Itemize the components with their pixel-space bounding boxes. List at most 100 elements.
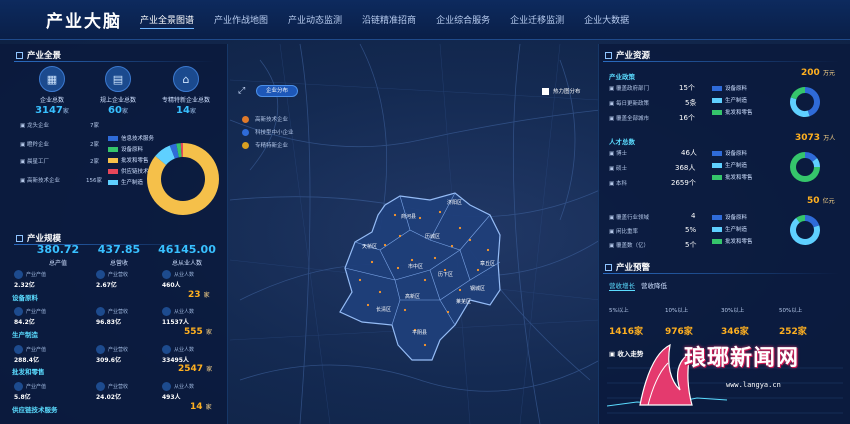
resources-title: 产业资源: [605, 49, 650, 61]
nav-item-big-data[interactable]: 企业大数据: [584, 11, 629, 29]
donut-slice[interactable]: [790, 97, 810, 117]
database-icon: [16, 234, 23, 242]
nav-item-battle-map[interactable]: 产业作战地图: [214, 11, 268, 29]
divider: [603, 61, 839, 62]
group-count: 555 家: [184, 327, 212, 337]
talent-donut-chart[interactable]: [789, 151, 821, 183]
section-icon: [16, 51, 23, 59]
kpi-large-enterprises[interactable]: ▤ 规上企业总数 60家: [88, 66, 148, 116]
user-icon: [162, 307, 171, 316]
watermark-text: 琅琊新闻网: [684, 346, 800, 371]
list-item: ▣ 覆盖行业领域: [609, 215, 649, 221]
legend-item[interactable]: 生产制造: [712, 96, 747, 104]
legend-item[interactable]: 信息技术服务: [108, 134, 154, 142]
policy-donut-chart[interactable]: [789, 86, 821, 118]
legend-item[interactable]: 批发和零售: [108, 156, 149, 164]
legend-dot-icon: [242, 141, 249, 149]
legend-dot-icon: [242, 128, 249, 136]
legend-item[interactable]: 设备原料: [712, 84, 747, 92]
region-label: 历城区: [425, 233, 440, 240]
nav-item-dynamic-monitor[interactable]: 产业动态监测: [288, 11, 342, 29]
nav-item-investment[interactable]: 沿链精准招商: [362, 11, 416, 29]
region-label: 高新区: [405, 293, 420, 300]
stat-output: 产业产值 5.8亿: [14, 382, 47, 401]
yen-icon: [14, 270, 23, 279]
nav-item-panorama[interactable]: 产业全景图谱: [140, 11, 195, 29]
total-employees-value: 46145.00: [158, 243, 216, 256]
list-item[interactable]: ▣ 瞪羚企业: [20, 140, 49, 148]
user-icon: [162, 382, 171, 391]
coin-icon: [96, 270, 105, 279]
chart-icon: [605, 51, 612, 59]
list-item[interactable]: ▣ 龙头企业: [20, 121, 49, 129]
legend-item[interactable]: 生产制造: [712, 161, 747, 169]
heatmap-checkbox[interactable]: [542, 87, 549, 95]
enterprise-distribution-button[interactable]: 企业分布: [256, 85, 298, 97]
legend-item[interactable]: 设备原料: [108, 145, 143, 153]
donut-slice[interactable]: [790, 87, 805, 100]
coin-icon: [96, 382, 105, 391]
overview-title: 产业全景: [16, 49, 61, 61]
yen-icon: [14, 307, 23, 316]
kpi-total-enterprises[interactable]: ▦ 企业总数 3147家: [22, 66, 82, 116]
group-count: 14 家: [190, 402, 212, 412]
list-value: 2家: [90, 159, 99, 165]
legend-item[interactable]: 生产制造: [712, 225, 747, 233]
fund-donut-chart[interactable]: [789, 214, 821, 246]
app-title: 产业大脑: [46, 12, 122, 32]
group-name[interactable]: 供应链技术服务: [12, 404, 58, 414]
group-name[interactable]: 生产制造: [12, 329, 38, 339]
region-label: 钢城区: [470, 285, 485, 292]
list-item: ▣ 博士: [609, 151, 627, 157]
left-panel: 产业全景 ▦ 企业总数 3147家 ▤ 规上企业总数 60家 ⌂ 专精特新企业总…: [0, 44, 228, 424]
donut-slice[interactable]: [805, 215, 820, 228]
yen-icon: [14, 345, 23, 354]
coin-icon: [96, 345, 105, 354]
tab-revenue-growth[interactable]: 营收增长: [609, 280, 635, 291]
region-label: 商河县: [401, 213, 416, 220]
resource-block-name[interactable]: 产业政策: [609, 71, 635, 81]
list-item: ▣ 每日更新政策: [609, 101, 649, 107]
list-item: ▣ 覆盖政府部门: [609, 86, 649, 92]
stat-employees: 从业人数 493人: [162, 382, 195, 401]
user-icon: [162, 345, 171, 354]
resource-block-name[interactable]: 人才总数: [609, 136, 635, 146]
home-icon: [605, 263, 612, 271]
region-label: 济阳区: [447, 199, 462, 206]
tab-revenue-decline[interactable]: 营收降低: [641, 280, 667, 290]
expand-icon[interactable]: ⤢: [238, 86, 245, 96]
list-item[interactable]: ▣ 晨星工厂: [20, 157, 49, 165]
list-item: ▣ 本科: [609, 181, 627, 187]
coin-icon: [96, 307, 105, 316]
region-label: 市中区: [408, 263, 423, 270]
total-output-value: 380.72: [36, 243, 80, 256]
map-legend-item[interactable]: 科技型中小企业: [242, 128, 294, 136]
legend-dot-icon: [242, 115, 249, 123]
main-nav: 产业全景图谱 产业作战地图 产业动态监测 沿链精准招商 企业综合服务 企业迁移监…: [140, 11, 649, 29]
stat-revenue: 产业营收 96.83亿: [96, 307, 129, 326]
legend-item[interactable]: 设备原料: [712, 213, 747, 221]
group-name[interactable]: 批发和零售: [12, 366, 45, 376]
legend-item[interactable]: 批发和零售: [712, 237, 753, 245]
legend-item[interactable]: 批发和零售: [712, 108, 753, 116]
dashboard: 济阳区 商河县 历城区 章丘区 天桥区 市中区 历下区 莱芜区 长清区 平阴县 …: [0, 0, 850, 424]
list-item[interactable]: ▣ 高新技术企业: [20, 176, 60, 184]
map-legend-item[interactable]: 专精特新企业: [242, 141, 288, 149]
nav-item-migration[interactable]: 企业迁移监测: [510, 11, 564, 29]
legend-item[interactable]: 批发和零售: [712, 173, 753, 181]
group-name[interactable]: 设备原料: [12, 292, 38, 302]
legend-item[interactable]: 生产制造: [108, 178, 143, 186]
kpi-specialized-enterprises[interactable]: ⌂ 专精特新企业总数 14家: [156, 66, 216, 116]
region-label: 平阴县: [412, 329, 427, 336]
stat-output: 产业产值 288.4亿: [14, 345, 47, 364]
building-icon: ▦: [39, 66, 65, 92]
stat-output: 产业产值 84.2亿: [14, 307, 47, 326]
list-item: ▣ 硕士: [609, 166, 627, 172]
nav-item-services[interactable]: 企业综合服务: [436, 11, 490, 29]
total-revenue-label: 总营收: [109, 260, 128, 267]
resource-block-total: 200 万元: [801, 68, 835, 78]
map-legend-item[interactable]: 高新技术企业: [242, 115, 288, 123]
legend-item[interactable]: 设备原料: [712, 149, 747, 157]
heatmap-toggle[interactable]: 热力图分布: [542, 87, 581, 95]
industry-donut-chart[interactable]: [146, 142, 220, 216]
